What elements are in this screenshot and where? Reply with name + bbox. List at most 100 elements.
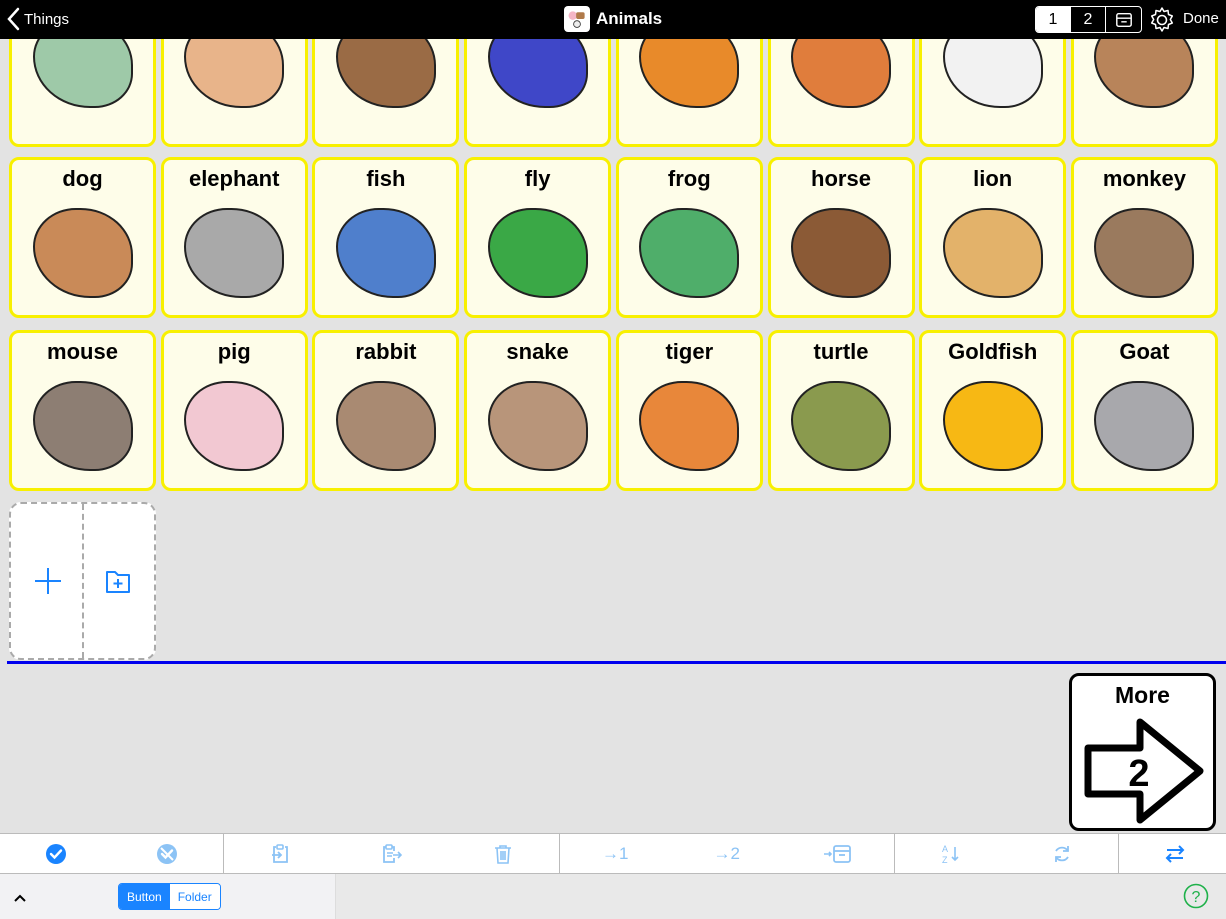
cell-label: frog — [667, 166, 711, 191]
refresh-button[interactable] — [1007, 834, 1119, 873]
grid-cell-snake[interactable]: snake — [464, 330, 612, 491]
grid-cell-pig[interactable]: pig — [160, 330, 308, 491]
back-label: Things — [24, 10, 70, 28]
help-icon[interactable]: ? — [1183, 883, 1209, 909]
page-2-tab[interactable]: 2 — [1071, 7, 1106, 32]
type-segmented-control: Button Folder — [118, 883, 221, 910]
cell-label: fly — [524, 166, 551, 191]
cell-label: fish — [366, 166, 406, 191]
grid-cell-turtle[interactable]: turtle — [767, 330, 915, 491]
toolbar-group-edit — [224, 834, 560, 873]
monkey-picture-icon — [1084, 198, 1205, 307]
cell-label: snake — [506, 339, 569, 364]
cell-label: horse — [811, 166, 871, 191]
grid-cell-lion[interactable]: lion — [919, 157, 1067, 318]
grid-cell-fish[interactable]: fish — [312, 157, 460, 318]
move-to-page-2-button[interactable]: →2 — [671, 834, 783, 873]
animals-folder-icon — [564, 6, 590, 32]
grid-cell-fly[interactable]: fly — [464, 157, 612, 318]
copy-out-icon — [383, 843, 403, 863]
import-button[interactable] — [224, 834, 336, 873]
swap-icon — [1165, 844, 1185, 863]
segment-folder[interactable]: Folder — [169, 884, 220, 909]
grid-cell-frog[interactable]: frog — [615, 157, 763, 318]
arrow-right-icon: 2 — [1084, 718, 1204, 824]
grid-cell-monkey[interactable]: monkey — [1070, 157, 1218, 318]
grid-cell-Goat[interactable]: Goat — [1070, 330, 1218, 491]
cell-label: lion — [973, 166, 1013, 191]
rabbit-picture-icon — [325, 371, 446, 480]
cell-label: rabbit — [355, 339, 417, 364]
archive-icon — [824, 844, 852, 863]
done-button[interactable]: Done — [1183, 10, 1219, 27]
move-to-page-1-button[interactable]: →1 — [560, 834, 672, 873]
cell-label: elephant — [188, 166, 280, 191]
delete-button[interactable] — [447, 834, 559, 873]
cell-label: pig — [217, 339, 251, 364]
more-button[interactable]: More 2 — [1069, 673, 1216, 831]
svg-text:?: ? — [1192, 889, 1201, 906]
grid-cell-tiger[interactable]: tiger — [615, 330, 763, 491]
chevron-up-icon[interactable] — [12, 892, 28, 904]
fly-picture-icon — [477, 198, 598, 307]
toolbar-group-select — [0, 834, 224, 873]
chevron-left-icon — [7, 7, 20, 31]
sort-az-icon: AZ — [942, 844, 959, 865]
back-button[interactable]: Things — [6, 7, 69, 31]
uncheck-circle-icon — [157, 843, 178, 864]
more-label: More — [1115, 682, 1170, 708]
grid-cell-horse[interactable]: horse — [767, 157, 915, 318]
grid-cell-rabbit[interactable]: rabbit — [312, 330, 460, 491]
dog-picture-icon — [22, 198, 143, 307]
deselect-all-button[interactable] — [112, 834, 224, 873]
page-title: Animals — [564, 6, 662, 32]
Goat-picture-icon — [1084, 371, 1205, 480]
grid-cell-elephant[interactable]: elephant — [160, 157, 308, 318]
toolbar-group-sort: AZ — [895, 834, 1119, 873]
grid-cell-mouse[interactable]: mouse — [9, 330, 156, 491]
cell-label: turtle — [813, 339, 869, 364]
archive-tab[interactable] — [1106, 7, 1141, 32]
svg-text:Z: Z — [942, 855, 948, 865]
segment-button[interactable]: Button — [119, 884, 170, 909]
add-item-box — [9, 502, 156, 660]
tiger-picture-icon — [629, 371, 750, 480]
sort-button[interactable]: AZ — [895, 834, 1007, 873]
frog-picture-icon — [629, 198, 750, 307]
cell-label: dog — [62, 166, 103, 191]
check-circle-icon — [45, 843, 66, 864]
cell-label: Goat — [1119, 339, 1170, 364]
toolbar-group-move: →1 →2 — [560, 834, 895, 873]
import-icon — [271, 843, 288, 863]
gear-icon[interactable] — [1148, 6, 1176, 34]
archive-icon — [1115, 12, 1132, 27]
svg-text:A: A — [942, 844, 948, 854]
lion-picture-icon — [932, 198, 1053, 307]
edit-toolbar: →1 →2 AZ — [0, 833, 1226, 874]
page-divider-line — [7, 661, 1226, 664]
cell-label: mouse — [47, 339, 118, 364]
fish-picture-icon — [325, 198, 446, 307]
cell-label: Goldfish — [948, 339, 1038, 364]
more-target-page: 2 — [1128, 753, 1149, 795]
move-to-archive-button[interactable] — [783, 834, 895, 873]
folder-plus-icon[interactable] — [104, 568, 132, 596]
turtle-picture-icon — [781, 371, 902, 480]
top-navigation-bar: Things Animals 1 2 Done — [0, 0, 1226, 39]
copy-to-button[interactable] — [336, 834, 448, 873]
cell-label: monkey — [1102, 166, 1186, 191]
page-title-text: Animals — [596, 9, 663, 28]
horse-picture-icon — [781, 198, 902, 307]
grid-cell-dog[interactable]: dog — [9, 157, 156, 318]
page-switcher: 1 2 — [1035, 6, 1142, 33]
grid-cell-Goldfish[interactable]: Goldfish — [919, 330, 1067, 491]
Goldfish-picture-icon — [932, 371, 1053, 480]
refresh-icon — [1055, 845, 1070, 862]
plus-icon[interactable] — [33, 566, 63, 596]
page-1-tab[interactable]: 1 — [1036, 7, 1071, 32]
elephant-picture-icon — [174, 198, 295, 307]
cell-label: tiger — [665, 339, 714, 364]
swap-button[interactable] — [1119, 834, 1226, 873]
snake-picture-icon — [477, 371, 598, 480]
select-all-button[interactable] — [0, 834, 112, 873]
